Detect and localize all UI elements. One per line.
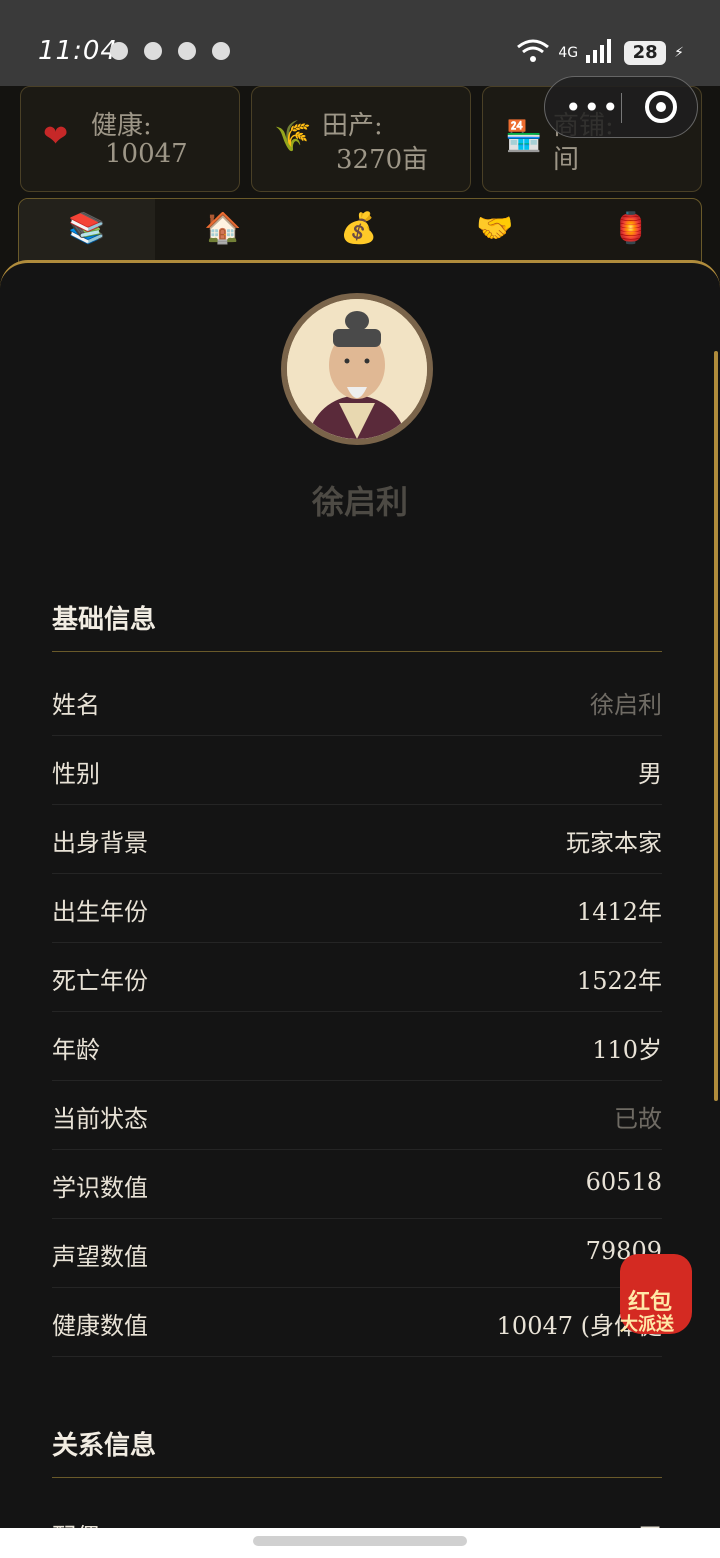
row-label: 学识数值 bbox=[52, 1174, 148, 1202]
info-row-gender: 性别 男 bbox=[52, 736, 662, 805]
signal-icon bbox=[586, 39, 616, 67]
handshake-icon: 🤝 bbox=[476, 211, 514, 246]
info-row-knowledge: 学识数值 60518 bbox=[52, 1150, 662, 1219]
stat-value: 3270亩 bbox=[336, 145, 429, 175]
lantern-icon: 🏮 bbox=[612, 211, 650, 246]
money-bag-icon: 💰 bbox=[340, 211, 378, 246]
more-menu-icon[interactable]: ••• bbox=[565, 91, 621, 124]
row-label: 声望数值 bbox=[52, 1243, 148, 1271]
stat-card-land: 🌾 田产: 3270亩 bbox=[251, 86, 471, 192]
app-notification-icon bbox=[144, 42, 162, 60]
stat-label: 田产: bbox=[322, 111, 383, 141]
row-value: 徐启利 bbox=[590, 691, 662, 719]
info-row-background: 出身背景 玩家本家 bbox=[52, 805, 662, 874]
shop-icon: 🏪 bbox=[505, 119, 543, 154]
home-indicator[interactable] bbox=[253, 1536, 467, 1546]
app-notification-icon bbox=[110, 42, 128, 60]
info-row-status: 当前状态 已故 bbox=[52, 1081, 662, 1150]
stat-card-health: ❤ 健康: 10047 bbox=[20, 86, 240, 192]
info-row-birth-year: 出生年份 1412年 bbox=[52, 874, 662, 943]
row-value: 男 bbox=[638, 760, 662, 788]
row-value: 1412年 bbox=[576, 898, 662, 926]
row-label: 姓名 bbox=[52, 691, 100, 719]
rice-icon: 🌾 bbox=[274, 119, 312, 154]
books-icon: 📚 bbox=[68, 211, 106, 246]
row-label: 健康数值 bbox=[52, 1312, 148, 1340]
section-divider bbox=[52, 1477, 662, 1478]
app-notification-icon bbox=[178, 42, 196, 60]
row-label: 出生年份 bbox=[52, 898, 148, 926]
miniprogram-capsule: ••• bbox=[544, 76, 698, 138]
app-notification-icon bbox=[212, 42, 230, 60]
heart-icon: ❤ bbox=[43, 119, 69, 154]
network-type: 4G bbox=[558, 45, 579, 61]
info-row-age: 年龄 110岁 bbox=[52, 1012, 662, 1081]
charging-icon: ⚡ bbox=[674, 45, 684, 61]
wifi-icon bbox=[516, 38, 550, 68]
red-packet-promo-button[interactable]: 红包 大派送 bbox=[610, 1240, 702, 1340]
row-label: 年龄 bbox=[52, 1036, 100, 1064]
character-detail-sheet[interactable]: 徐启利 基础信息 姓名 徐启利 性别 男 出身背景 玩家本家 出生年份 1412… bbox=[0, 260, 720, 1551]
status-bar: 11:04 4G 28 ⚡ bbox=[0, 0, 720, 86]
row-value: 110岁 bbox=[592, 1036, 662, 1064]
info-row-prestige: 声望数值 79809 bbox=[52, 1219, 662, 1288]
notification-icons bbox=[110, 42, 230, 60]
row-value: 1522年 bbox=[576, 967, 662, 995]
character-avatar bbox=[281, 293, 433, 445]
row-label: 当前状态 bbox=[52, 1105, 148, 1133]
stat-value: 10047 bbox=[105, 139, 188, 169]
row-value: 已故 bbox=[614, 1105, 662, 1133]
battery-level: 28 bbox=[624, 41, 667, 65]
system-indicators: 4G 28 ⚡ bbox=[516, 38, 684, 68]
stat-value: 间 bbox=[553, 145, 580, 175]
info-row-health: 健康数值 10047 (身体健 bbox=[52, 1288, 662, 1357]
row-value: 60518 bbox=[585, 1168, 662, 1196]
home-indicator-bar bbox=[0, 1528, 720, 1558]
status-time: 11:04 bbox=[38, 36, 118, 66]
row-label: 出身背景 bbox=[52, 829, 148, 857]
promo-line2: 大派送 bbox=[620, 1314, 674, 1335]
row-label: 死亡年份 bbox=[52, 967, 148, 995]
row-value: 玩家本家 bbox=[566, 829, 662, 857]
section-divider bbox=[52, 651, 662, 652]
row-label: 性别 bbox=[52, 760, 100, 788]
character-name: 徐启利 bbox=[311, 483, 408, 521]
info-row-death-year: 死亡年份 1522年 bbox=[52, 943, 662, 1012]
capsule-divider bbox=[621, 93, 622, 123]
section-title-basic: 基础信息 bbox=[52, 605, 157, 635]
close-miniprogram-icon[interactable] bbox=[645, 91, 677, 123]
section-title-relations: 关系信息 bbox=[52, 1431, 157, 1461]
stat-label: 健康: bbox=[91, 111, 152, 141]
info-row-name: 姓名 徐启利 bbox=[52, 667, 662, 736]
house-icon: 🏠 bbox=[204, 211, 242, 246]
scrollbar[interactable] bbox=[714, 351, 718, 1101]
